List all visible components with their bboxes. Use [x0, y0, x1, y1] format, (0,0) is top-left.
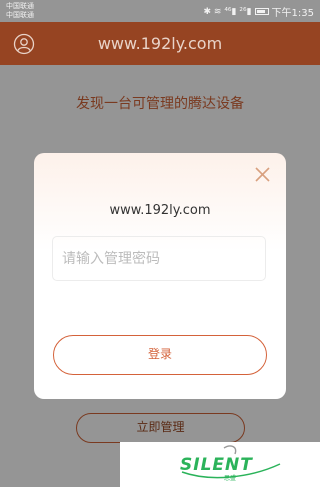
password-input[interactable]	[52, 236, 266, 281]
close-icon[interactable]	[254, 166, 271, 183]
watermark-sub: 思盛	[224, 475, 237, 482]
battery-icon	[254, 8, 269, 15]
status-time: 下午1:35	[271, 8, 314, 19]
device-found-text: 发现一台可管理的腾达设备	[76, 96, 244, 112]
carrier-label-2: 中国联通	[6, 11, 34, 19]
status-bar: 中国联通 中国联通 ✱ ≋ ⁴⁶▮ ²⁶▮ 下午1:35	[0, 0, 320, 22]
login-button[interactable]: 登录	[53, 335, 267, 375]
signal-icons: ✱ ≋ ⁴⁶▮ ²⁶▮	[203, 6, 252, 17]
watermark-logo: SILENT 思盛	[120, 442, 320, 487]
manage-now-button[interactable]: 立即管理	[76, 413, 245, 443]
header-title: www.192ly.com	[97, 34, 223, 53]
login-dialog: www.192ly.com 登录	[34, 153, 286, 399]
app-header: www.192ly.com	[0, 22, 320, 65]
status-indicators: ✱ ≋ ⁴⁶▮ ²⁶▮ 下午1:35	[203, 4, 314, 20]
watermark-brand: SILENT	[180, 455, 253, 475]
carrier-label-1: 中国联通	[6, 2, 34, 10]
dialog-domain-title: www.192ly.com	[109, 203, 211, 218]
